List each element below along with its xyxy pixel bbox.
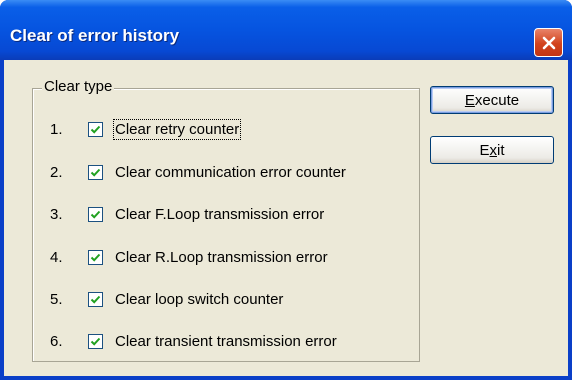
execute-label: xecute [474, 91, 520, 109]
item-number: 1. [50, 120, 63, 138]
list-item[interactable]: 2. Clear communication error counter [50, 161, 346, 183]
item-number: 6. [50, 332, 63, 350]
close-icon [542, 36, 555, 49]
list-item[interactable]: 4. Clear R.Loop transmission error [50, 246, 328, 268]
group-label: Clear type [42, 78, 115, 95]
checkbox[interactable] [88, 333, 103, 349]
item-number: 3. [50, 205, 63, 223]
checkbox[interactable] [88, 164, 103, 180]
check-icon [90, 210, 101, 219]
checkbox[interactable] [88, 249, 103, 265]
list-item[interactable]: 5. Clear loop switch counter [50, 288, 283, 310]
window-frame-bottom [0, 376, 572, 380]
close-button[interactable] [534, 28, 563, 57]
check-icon [90, 125, 101, 134]
item-number: 2. [50, 163, 63, 181]
dialog-window: Clear of error history Clear type 1. Cle… [0, 0, 572, 380]
check-icon [90, 253, 101, 262]
window-title: Clear of error history [10, 26, 180, 45]
check-icon [90, 168, 101, 177]
dialog-body: Clear type 1. Clear retry counter 2. Cle… [4, 60, 568, 376]
checkbox-label[interactable]: Clear loop switch counter [115, 291, 283, 308]
checkbox-label[interactable]: Clear transient transmission error [115, 333, 337, 350]
check-icon [90, 295, 101, 304]
list-item[interactable]: 1. Clear retry counter [50, 118, 242, 140]
checkbox[interactable] [88, 291, 103, 307]
check-icon [90, 337, 101, 346]
exit-label-end: it [497, 141, 505, 159]
execute-mnemonic: E [464, 91, 475, 109]
item-number: 5. [50, 290, 63, 308]
checkbox-label[interactable]: Clear communication error counter [115, 164, 346, 181]
exit-label-start: E [479, 141, 490, 159]
checkbox-label[interactable]: Clear R.Loop transmission error [115, 249, 328, 266]
title-bar[interactable]: Clear of error history [0, 0, 572, 60]
checkbox-label[interactable]: Clear F.Loop transmission error [115, 206, 324, 223]
exit-button[interactable]: Ex it [430, 136, 554, 164]
list-item[interactable]: 3. Clear F.Loop transmission error [50, 203, 324, 225]
exit-mnemonic: x [489, 141, 498, 159]
execute-button[interactable]: Execute [430, 86, 554, 114]
checkbox[interactable] [88, 121, 103, 137]
item-number: 4. [50, 248, 63, 266]
checkbox[interactable] [88, 206, 103, 222]
list-item[interactable]: 6. Clear transient transmission error [50, 330, 337, 352]
checkbox-label[interactable]: Clear retry counter [112, 118, 242, 140]
